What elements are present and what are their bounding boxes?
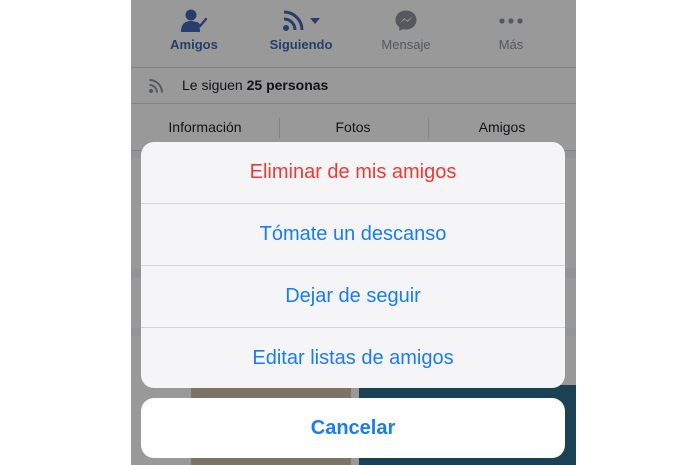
edit-friend-lists-option[interactable]: Editar listas de amigos [141, 328, 565, 388]
unfollow-option[interactable]: Dejar de seguir [141, 266, 565, 327]
cancel-button[interactable]: Cancelar [141, 398, 565, 458]
action-sheet: Eliminar de mis amigos Tómate un descans… [141, 142, 565, 388]
take-a-break-option[interactable]: Tómate un descanso [141, 204, 565, 265]
unfriend-option[interactable]: Eliminar de mis amigos [141, 142, 565, 203]
